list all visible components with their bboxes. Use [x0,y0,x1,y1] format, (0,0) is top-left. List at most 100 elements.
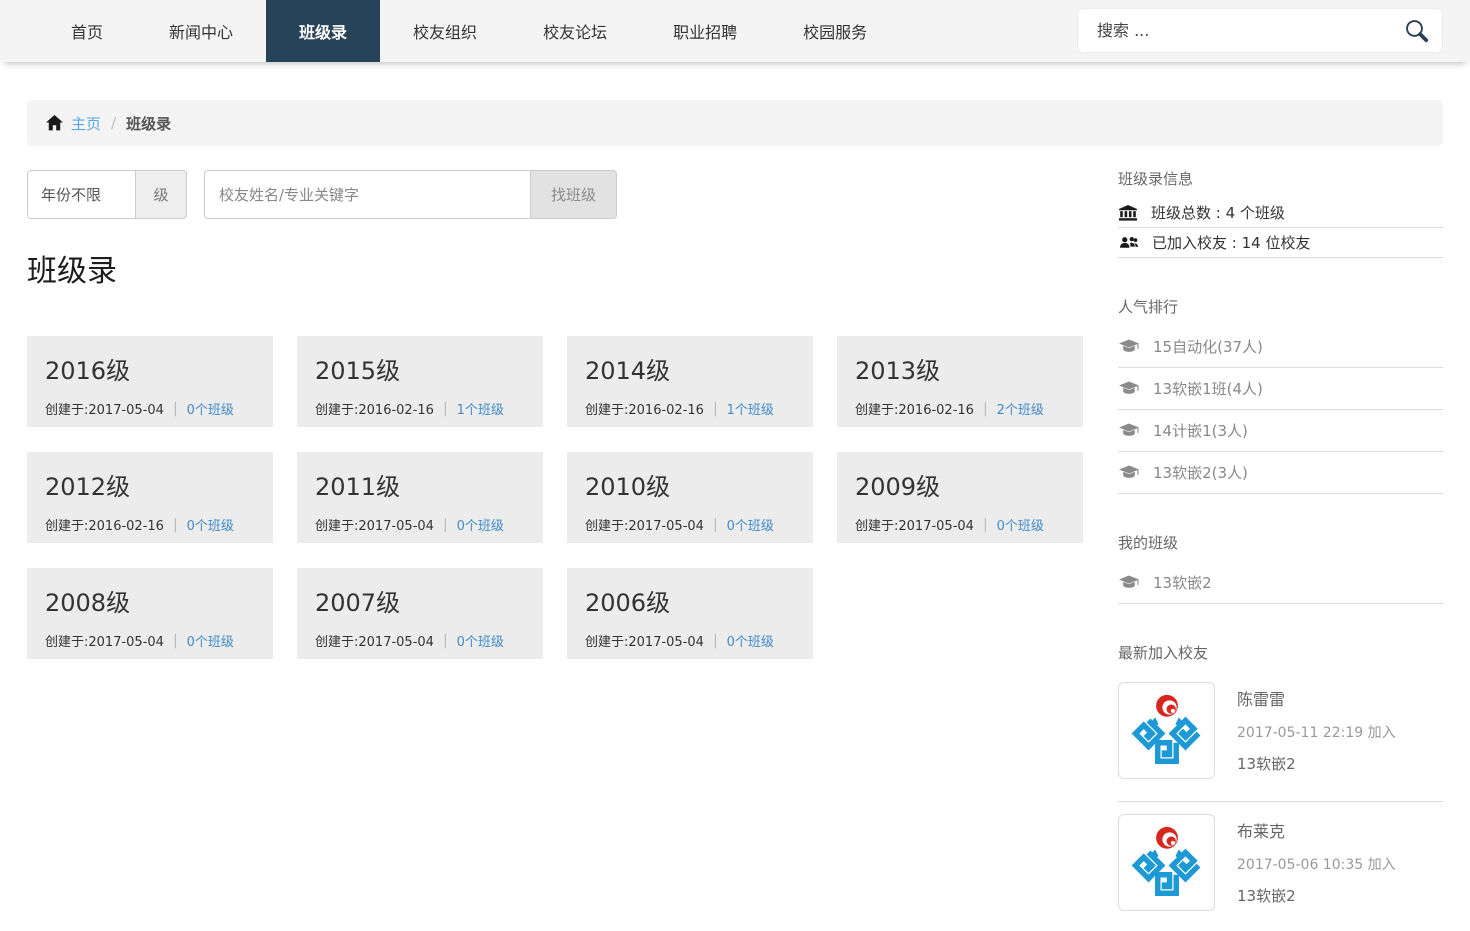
class-year-card: 2006级 创建于:2017-05-04 | 0个班级 [567,568,813,659]
card-separator: | [172,516,178,533]
card-created-date: 创建于:2017-05-04 [45,635,164,650]
card-class-count-link[interactable]: 0个班级 [457,515,504,534]
card-created-date: 创建于:2017-05-04 [45,403,164,418]
card-created-date: 创建于:2016-02-16 [45,519,164,534]
class-year-grid: 2016级 创建于:2017-05-04 | 0个班级 2015级 创建于:20… [27,336,1085,659]
my-classes-section: 我的班级 13软嵌2 [1118,534,1443,604]
card-created-date: 创建于:2017-05-04 [585,519,704,534]
nav-item-home[interactable]: 首页 [38,0,136,62]
top-navigation: 首页 新闻中心 班级录 校友组织 校友论坛 职业招聘 校园服务 [0,0,1470,62]
ranking-class-label: 14计嵌1(3人) [1153,422,1248,440]
users-icon [1119,235,1138,250]
home-icon [46,115,63,131]
info-text: 班级总数 : 4 个班级 [1151,204,1285,222]
breadcrumb-home-link[interactable]: 主页 [71,113,101,134]
ranking-item[interactable]: 15自动化(37人) [1118,326,1443,368]
main-content: 年份不限 级 找班级 班级录 2016级 创建于:2017-05-04 | 0个… [27,170,1085,931]
nav-item-jobs[interactable]: 职业招聘 [640,0,770,62]
card-class-count-link[interactable]: 0个班级 [187,515,234,534]
alumni-name[interactable]: 陈雷雷 [1237,686,1396,710]
card-class-count-link[interactable]: 0个班级 [457,631,504,650]
search-input[interactable] [1095,20,1403,41]
card-year-title: 2015级 [315,357,401,385]
alumni-class: 13软嵌2 [1237,755,1296,773]
nav-item-news[interactable]: 新闻中心 [136,0,266,62]
ranking-item[interactable]: 13软嵌1班(4人) [1118,368,1443,410]
newest-alumni-section: 最新加入校友 陈雷雷 2017-05-11 22:19 加入 13软嵌2 布莱克… [1118,644,1443,931]
card-year-title: 2009级 [855,473,941,501]
alumni-name[interactable]: 布莱克 [1237,818,1396,842]
breadcrumb-current: 班级录 [126,114,172,133]
card-separator: | [172,400,178,417]
card-class-count-link[interactable]: 0个班级 [187,399,234,418]
class-year-card: 2012级 创建于:2016-02-16 | 0个班级 [27,452,273,543]
nav-item-campus-services[interactable]: 校园服务 [770,0,900,62]
breadcrumb-separator: / [111,114,117,132]
nav-item-alumni-forum[interactable]: 校友论坛 [510,0,640,62]
alumni-join-time: 2017-05-06 10:35 加入 [1237,857,1396,873]
page-title: 班级录 [27,254,117,289]
card-class-count-link[interactable]: 0个班级 [187,631,234,650]
card-year-title: 2010级 [585,473,671,501]
graduation-cap-icon [1119,381,1139,396]
card-created-date: 创建于:2017-05-04 [315,635,434,650]
class-year-card: 2009级 创建于:2017-05-04 | 0个班级 [837,452,1083,543]
search-icon [1403,17,1430,44]
card-separator: | [982,400,988,417]
school-logo-icon [1125,689,1209,773]
card-year-title: 2014级 [585,357,671,385]
section-title: 人气排行 [1118,298,1179,316]
ranking-class-label: 13软嵌1班(4人) [1153,380,1263,398]
card-class-count-link[interactable]: 0个班级 [727,631,774,650]
alumni-list-item: 陈雷雷 2017-05-11 22:19 加入 13软嵌2 [1118,670,1443,802]
avatar[interactable] [1118,814,1215,911]
class-year-card: 2016级 创建于:2017-05-04 | 0个班级 [27,336,273,427]
card-class-count-link[interactable]: 0个班级 [727,515,774,534]
info-text: 已加入校友 : 14 位校友 [1152,234,1311,252]
alumni-list-item: 布莱克 2017-05-06 10:35 加入 13软嵌2 [1118,802,1443,931]
avatar[interactable] [1118,682,1215,779]
keyword-input[interactable] [204,170,531,219]
card-separator: | [172,632,178,649]
ranking-item[interactable]: 13软嵌2(3人) [1118,452,1443,494]
card-class-count-link[interactable]: 1个班级 [457,399,504,418]
directory-info-section: 班级录信息 班级总数: 4 个班级 已加入校友: 14 位校友 [1118,170,1443,258]
card-year-title: 2013级 [855,357,941,385]
class-year-card: 2013级 创建于:2016-02-16 | 2个班级 [837,336,1083,427]
ranking-item[interactable]: 14计嵌1(3人) [1118,410,1443,452]
class-year-card: 2011级 创建于:2017-05-04 | 0个班级 [297,452,543,543]
card-year-title: 2011级 [315,473,401,501]
card-separator: | [442,516,448,533]
nav-item-alumni-orgs[interactable]: 校友组织 [380,0,510,62]
search-box [1077,8,1443,53]
card-created-date: 创建于:2016-02-16 [585,403,704,418]
nav-item-class-directory[interactable]: 班级录 [266,0,381,62]
breadcrumb: 主页 / 班级录 [27,100,1443,146]
card-class-count-link[interactable]: 0个班级 [997,515,1044,534]
card-class-count-link[interactable]: 1个班级 [727,399,774,418]
card-separator: | [982,516,988,533]
card-created-date: 创建于:2017-05-04 [315,519,434,534]
graduation-cap-icon [1119,339,1139,354]
section-title: 最新加入校友 [1118,644,1209,662]
card-year-title: 2016级 [45,357,131,385]
class-year-card: 2007级 创建于:2017-05-04 | 0个班级 [297,568,543,659]
school-logo-icon [1125,821,1209,905]
card-year-title: 2007级 [315,589,401,617]
card-separator: | [442,632,448,649]
ranking-class-label: 13软嵌2(3人) [1153,464,1248,482]
my-class-item[interactable]: 13软嵌2 [1118,562,1443,604]
find-class-button[interactable]: 找班级 [531,170,617,219]
card-class-count-link[interactable]: 2个班级 [997,399,1044,418]
alumni-class: 13软嵌2 [1237,887,1296,905]
section-title: 班级录信息 [1118,170,1194,188]
class-filter-bar: 年份不限 级 找班级 [27,170,1085,219]
year-filter-select[interactable]: 年份不限 [27,170,136,219]
class-year-card: 2008级 创建于:2017-05-04 | 0个班级 [27,568,273,659]
search-button[interactable] [1403,17,1430,44]
sidebar: 班级录信息 班级总数: 4 个班级 已加入校友: 14 位校友 人气排行 1… [1118,170,1443,931]
card-created-date: 创建于:2016-02-16 [315,403,434,418]
card-created-date: 创建于:2017-05-04 [855,519,974,534]
bank-icon [1119,204,1137,221]
card-separator: | [442,400,448,417]
